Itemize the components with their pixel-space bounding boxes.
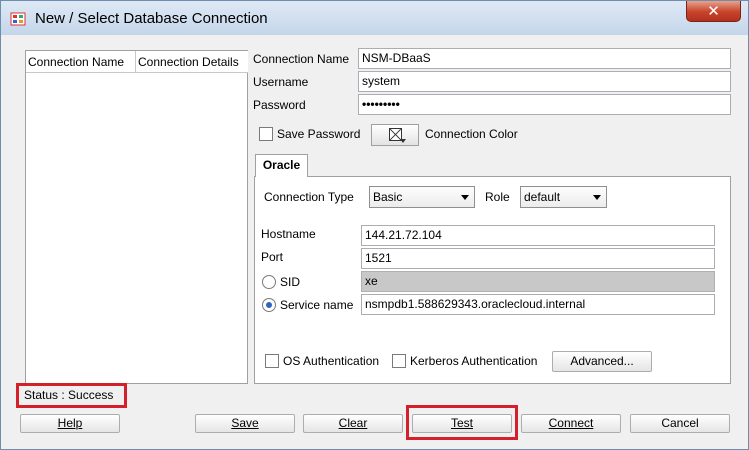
connection-name-input[interactable]: NSM-DBaaS: [358, 48, 731, 69]
hostname-input[interactable]: 144.21.72.104: [361, 225, 715, 246]
dialog-content: Connection Name Connection Details Conne…: [9, 35, 740, 443]
kerberos-authentication-label: Kerberos Authentication: [410, 354, 538, 368]
clear-button[interactable]: Clear: [303, 414, 403, 433]
connection-type-select[interactable]: Basic: [369, 186, 475, 208]
tab-oracle[interactable]: Oracle: [255, 154, 308, 177]
connection-list[interactable]: Connection Name Connection Details: [25, 50, 248, 384]
role-label: Role: [485, 190, 510, 204]
service-name-radio[interactable]: [262, 298, 276, 312]
password-input[interactable]: •••••••••: [358, 94, 731, 115]
connection-name-label: Connection Name: [253, 52, 350, 66]
chevron-down-icon: [461, 195, 469, 200]
connection-color-button[interactable]: [371, 124, 419, 146]
save-password-label: Save Password: [277, 127, 361, 141]
connection-color-label: Connection Color: [425, 127, 518, 141]
dialog-window: New / Select Database Connection ✕ Conne…: [0, 0, 749, 450]
dropdown-arrow-icon: [400, 139, 406, 143]
connection-type-value: Basic: [373, 190, 403, 204]
port-label: Port: [261, 250, 284, 264]
save-password-checkbox[interactable]: [259, 127, 273, 141]
title-bar: New / Select Database Connection ✕: [1, 1, 748, 35]
status-text: Status : Success: [16, 383, 127, 408]
close-button[interactable]: ✕: [686, 1, 741, 22]
password-label: Password: [253, 98, 306, 112]
chevron-down-icon: [593, 195, 601, 200]
role-select[interactable]: default: [520, 186, 607, 208]
close-icon: ✕: [707, 2, 720, 20]
save-button[interactable]: Save: [195, 414, 295, 433]
service-name-label: Service name: [280, 298, 354, 312]
port-input[interactable]: 1521: [361, 248, 715, 269]
connection-type-label: Connection Type: [264, 190, 354, 204]
database-connection-icon: [10, 12, 26, 26]
advanced-button[interactable]: Advanced...: [552, 351, 652, 372]
sid-label: SID: [280, 275, 301, 289]
sid-radio[interactable]: [262, 275, 276, 289]
hostname-label: Hostname: [261, 227, 316, 241]
help-button[interactable]: Help: [20, 414, 120, 433]
sid-input: xe: [361, 271, 715, 292]
username-label: Username: [253, 75, 309, 89]
column-header-connection-details[interactable]: Connection Details: [136, 51, 248, 73]
cancel-button[interactable]: Cancel: [630, 414, 730, 433]
column-header-connection-name[interactable]: Connection Name: [26, 51, 136, 73]
connect-button[interactable]: Connect: [521, 414, 621, 433]
kerberos-authentication-checkbox[interactable]: [392, 354, 406, 368]
test-button[interactable]: Test: [412, 414, 512, 433]
os-authentication-checkbox[interactable]: [265, 354, 279, 368]
role-value: default: [524, 190, 561, 204]
service-name-input[interactable]: nsmpdb1.588629343.oraclecloud.internal: [361, 294, 715, 315]
window-title: New / Select Database Connection: [35, 10, 268, 27]
username-input[interactable]: system: [358, 71, 731, 92]
os-authentication-label: OS Authentication: [283, 354, 380, 368]
